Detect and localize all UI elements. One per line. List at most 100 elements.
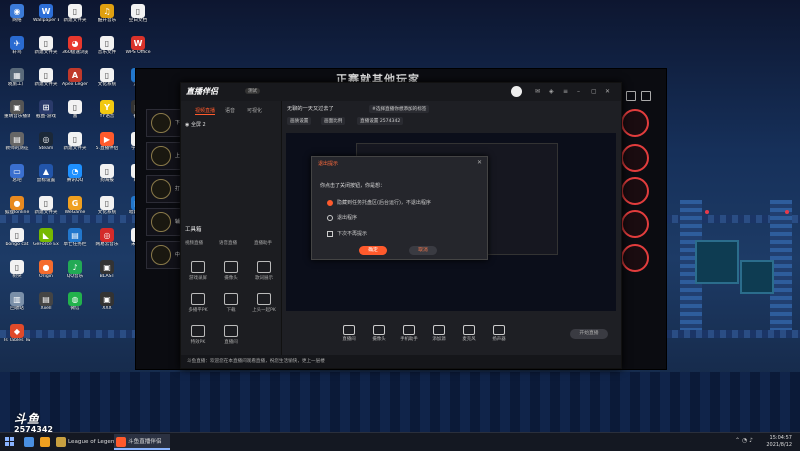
taskbar-douyu-assistant[interactable]: 斗鱼直播伴侣 [114,434,170,450]
cancel-button[interactable]: 取消 [409,246,437,255]
desktop-icon[interactable]: ▲ 鼠标设置 [33,164,59,184]
desktop-icon[interactable]: ▣ XXX [94,292,120,312]
desktop-icon[interactable]: ▯ 新建文件夹 [62,132,88,152]
desktop-icon[interactable]: ▯ 新建文件夹 [62,4,88,24]
desktop-icon[interactable]: ◔ 腾讯QQ [62,164,88,184]
tray-icons[interactable]: ⌃ ◔ ♪ [735,437,753,444]
tool-camera[interactable]: 摄像头 [216,261,246,281]
desktop-icon[interactable]: ● 狐狸Ionline [4,196,30,216]
start-live-button[interactable]: 开始直播 [570,329,608,339]
desktop-icon[interactable]: ◉ 网络 [4,4,30,24]
desktop-icon[interactable]: ▯ 新建文件夹 [33,196,59,216]
tool-pk[interactable]: 多播平PK [183,293,213,313]
scene-item[interactable]: ◉ 全屏 2 [185,121,206,128]
desktop-icon[interactable]: ◣GeForce Experience [33,228,59,248]
radio-icon[interactable] [327,214,333,221]
desktop-icon[interactable]: ▯ 音乐文件 [94,36,120,56]
desktop-icon[interactable]: ▯ 新建文件夹 [33,68,59,88]
subtab-video[interactable]: 视频直播 [185,240,203,246]
desktop-icon[interactable]: ♪ QQ音乐 [62,260,88,280]
clock[interactable]: 15:04:57 2021/8/12 [766,435,792,448]
live-setting-chip[interactable]: 直播设置 2574342 [357,117,404,125]
desktop-icon[interactable]: ◍ 微信 [62,292,88,312]
game-close-icon[interactable] [641,91,651,101]
desktop-icon[interactable]: WWallpaper Engine:... [33,4,59,24]
quality-chip[interactable]: 画质设置 [287,117,312,125]
tool-game[interactable]: 游戏录屏 [183,261,213,281]
game-slot-circle[interactable] [621,109,649,137]
message-icon[interactable]: ✉ [535,88,540,95]
desktop-icon[interactable]: ● Origin [33,260,59,280]
radio-hide-to-tray[interactable]: 隐藏到任务托盘区(后台运行)，不退出程序 [327,199,431,206]
tool-connect[interactable]: 上头一起PK [249,293,279,313]
desktop-icon[interactable]: ▯ 空白文档 [125,4,151,24]
app-titlebar[interactable]: 直播伴侣 测试 ✉ ◈ ≡ – ▢ ✕ [181,83,621,101]
desktop-icon[interactable]: ▤ Xxell [33,292,59,312]
desktop-icon[interactable]: Y YY语音 [94,100,120,120]
microphone-button[interactable]: 麦克风 [456,325,482,342]
desktop-icon[interactable]: AApex Legends [62,68,88,88]
desktop-icon[interactable]: ✈ 轩鸟 [4,36,30,56]
game-slot-circle[interactable] [621,210,649,238]
desktop-icon[interactable]: ▣ BLAST [94,260,120,280]
dialog-close-icon[interactable]: ✕ [477,159,482,166]
desktop-icon[interactable]: ▯ 富 [62,100,88,120]
game-slot-circle[interactable] [621,244,649,272]
desktop-icon[interactable]: ♫ 酷开音乐 [94,4,120,24]
desktop-icon[interactable]: ▤ 教师的测征 [4,132,30,152]
maximize-icon[interactable]: ▢ [591,88,597,95]
tool-effect[interactable]: 特效PK [183,325,213,345]
desktop-icon[interactable]: ▤ 草亡任务栏 [62,228,88,248]
desktop-icon[interactable]: ▯ bongo cat [4,228,30,248]
skin-icon[interactable]: ◈ [549,88,554,95]
dont-show-checkbox[interactable]: 下次不再提示 [327,230,367,237]
desktop-icon[interactable]: ⊞ 截图-游戏 [33,100,59,120]
tool-music[interactable]: 歌词展示 [249,261,279,281]
tab-video-live[interactable]: 视频直播 [195,107,216,115]
streaming-app-window[interactable]: 直播伴侣 测试 ✉ ◈ ≡ – ▢ ✕ 视频直播 语音 可视化 ◉ 全屏 2 工… [180,82,622,369]
add-source-button[interactable]: 添加源 [426,325,452,342]
camera-button[interactable]: 摄像头 [366,325,392,342]
desktop-icon[interactable]: ▣ 重晴音乐播课 [4,100,30,120]
desktop-icon[interactable]: ▦ 晓旅工厂 [4,68,30,88]
desktop-icon[interactable]: ▶ 5.直播伴侣 [94,132,120,152]
app-icon: ◔ [68,164,82,178]
desktop-icon[interactable]: ▯ 文化系统 [94,196,120,216]
checkbox-icon[interactable] [327,230,333,237]
user-avatar[interactable] [511,86,522,97]
desktop-icon[interactable]: ▯ 新建文件夹 [33,36,59,56]
close-icon[interactable]: ✕ [605,88,610,95]
tool-download[interactable]: 下载 [216,293,246,313]
desktop-icon[interactable]: ▥ 回收站 [4,292,30,312]
start-button[interactable] [5,437,15,447]
desktop-icon[interactable]: ◆Is Tables Two F... [4,324,30,344]
game-settings-icon[interactable] [626,91,636,101]
desktop-icon[interactable]: ▭ 总吧 [4,164,30,184]
desktop-icon[interactable]: ◕360极速浏览器 [62,36,88,56]
game-slot-circle[interactable] [621,177,649,205]
tab-visual[interactable]: 可视化 [247,107,262,114]
confirm-button[interactable]: 确定 [359,246,387,255]
tool-room[interactable]: 直播间 [216,325,246,345]
desktop-icon[interactable]: ▯ 狗海报 [94,164,120,184]
desktop-icon[interactable]: ▯ 文化系统 [94,68,120,88]
phone-assistant-button[interactable]: 手机助手 [396,325,422,342]
minimize-icon[interactable]: – [577,88,580,95]
desktop-icon[interactable]: ▯ 树突 [4,260,30,280]
game-slot-circle[interactable] [621,144,649,172]
radio-selected-icon[interactable] [327,199,333,206]
desktop-icon[interactable]: G WeGame [62,196,88,216]
tab-voice[interactable]: 语音 [225,107,235,114]
subtab-assistant[interactable]: 直播助手 [254,240,272,246]
speaker-button[interactable]: 扬声器 [486,325,512,342]
live-room-button[interactable]: 直播间 [336,325,362,342]
desktop-icon[interactable]: ◎ 网易云音乐 [94,228,120,248]
desktop-icon[interactable]: ◎ Steam [33,132,59,152]
ratio-chip[interactable]: 画面比例 [321,117,346,125]
tag-chip[interactable]: #选择直播你想添加的标签 [369,105,430,113]
menu-icon[interactable]: ≡ [563,88,568,95]
subtab-voice[interactable]: 语音直播 [219,240,237,246]
radio-exit[interactable]: 退出程序 [327,214,357,221]
desktop-icon[interactable]: W WPS Office [125,36,151,56]
stream-title[interactable]: 无聊的一天又过去了 [287,105,334,112]
